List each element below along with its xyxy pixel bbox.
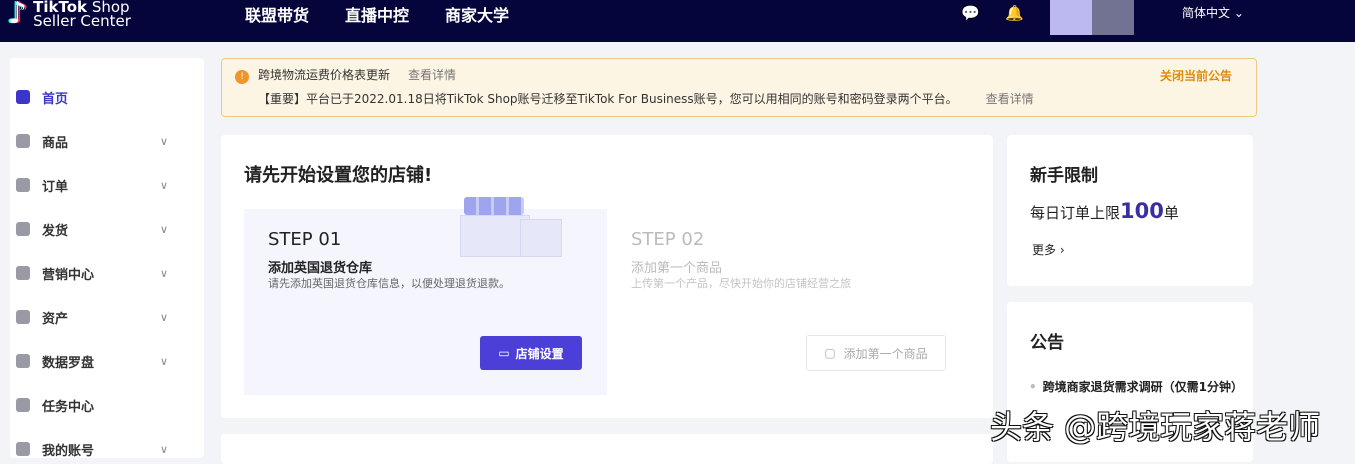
announcement-title: 公告: [1030, 333, 1064, 353]
bell-icon[interactable]: 🔔: [1005, 4, 1024, 22]
store-icon: ▭: [498, 346, 510, 360]
limit-suffix: 单: [1163, 204, 1179, 222]
next-card: [221, 434, 993, 464]
chevron-down-icon: ∨: [159, 310, 168, 324]
sidebar-item-home[interactable]: 首页: [16, 85, 186, 109]
view-details-link[interactable]: 查看详情: [986, 92, 1034, 106]
chevron-right-icon: ›: [1059, 243, 1065, 257]
avatar[interactable]: [1050, 0, 1092, 35]
step-label: STEP 02: [631, 229, 705, 250]
truck-icon: [16, 222, 30, 236]
sidebar-item-finance[interactable]: 资产 ∨: [16, 305, 186, 329]
step-title: 添加第一个商品: [631, 261, 723, 276]
limit-prefix: 每日订单上限: [1030, 204, 1121, 222]
newbie-limit-card: 新手限制 每日订单上限100单 更多 ›: [1007, 135, 1253, 286]
top-nav-bar: ♪ TikTok Shop Seller Center 联盟带货 直播中控 商家大…: [0, 0, 1355, 42]
close-notice-button[interactable]: 关闭当前公告: [1160, 67, 1232, 84]
chevron-down-icon: ∨: [159, 222, 168, 236]
sidebar-item-label: 首页: [42, 91, 69, 107]
bag-icon: [16, 134, 30, 148]
logo-subtitle: Seller Center: [33, 11, 131, 30]
button-label: 店铺设置: [515, 346, 564, 361]
sidebar-item-marketing[interactable]: 营销中心 ∨: [16, 261, 186, 285]
tiktok-shop-logo[interactable]: ♪ TikTok Shop Seller Center: [8, 0, 131, 31]
sidebar-item-products[interactable]: 商品 ∨: [16, 129, 186, 153]
sidebar-item-label: 营销中心: [42, 267, 95, 283]
view-details-link[interactable]: 查看详情: [408, 68, 456, 82]
nav-affiliate[interactable]: 联盟带货: [245, 2, 309, 26]
order-icon: [16, 178, 30, 192]
notice-line-2: 【重要】平台已于2022.01.18日将TikTok Shop账号迁移至TikT…: [258, 92, 958, 106]
sidebar-item-account[interactable]: 我的账号 ∨: [16, 437, 186, 461]
sidebar-item-label: 数据罗盘: [42, 355, 95, 371]
setup-title: 请先开始设置您的店铺!: [244, 165, 433, 186]
home-icon: [16, 90, 30, 104]
bullet-icon: •: [1029, 380, 1037, 394]
account-name[interactable]: [1092, 0, 1134, 35]
language-label: 简体中文: [1182, 6, 1231, 20]
chart-icon: [16, 354, 30, 368]
shop-illustration-icon: [460, 197, 562, 267]
sidebar-item-tasks[interactable]: 任务中心: [16, 393, 186, 417]
message-icon[interactable]: 💬: [961, 4, 980, 22]
chevron-down-icon: ∨: [159, 354, 168, 368]
step-title: 添加英国退货仓库: [268, 261, 373, 276]
sidebar-item-orders[interactable]: 订单 ∨: [16, 173, 186, 197]
sidebar-item-shipping[interactable]: 发货 ∨: [16, 217, 186, 241]
sidebar-item-label: 我的账号: [42, 443, 95, 459]
card-icon: [16, 310, 30, 324]
nav-university[interactable]: 商家大学: [445, 2, 509, 26]
sidebar-item-label: 订单: [42, 179, 69, 195]
limit-text: 每日订单上限100单: [1030, 199, 1179, 223]
megaphone-icon: [16, 266, 30, 280]
product-icon: ▢: [824, 346, 836, 360]
sidebar-item-label: 资产: [42, 311, 69, 327]
language-select[interactable]: 简体中文 ⌄: [1182, 4, 1244, 21]
sidebar-item-label: 发货: [42, 223, 69, 239]
watermark: 头条 @跨境玩家蒋老师: [990, 408, 1321, 446]
chevron-down-icon: ∨: [159, 178, 168, 192]
sidebar-item-data-compass[interactable]: 数据罗盘 ∨: [16, 349, 186, 373]
notice-line-1: 跨境物流运费价格表更新: [258, 68, 391, 82]
chevron-down-icon: ⌄: [1233, 6, 1244, 20]
announcement-banner: ! 跨境物流运费价格表更新 查看详情 【重要】平台已于2022.01.18日将Ti…: [221, 58, 1257, 117]
step-desc: 上传第一个产品，尽快开始你的店铺经营之旅: [631, 277, 851, 290]
warning-icon: !: [235, 70, 249, 84]
limit-value: 100: [1120, 199, 1164, 223]
more-label: 更多: [1032, 243, 1057, 257]
more-link[interactable]: 更多 ›: [1032, 241, 1065, 258]
add-first-product-button[interactable]: ▢ 添加第一个商品: [806, 335, 946, 371]
sidebar-item-label: 商品: [42, 135, 69, 151]
nav-live[interactable]: 直播中控: [345, 2, 409, 26]
chevron-down-icon: ∨: [159, 134, 168, 148]
limit-title: 新手限制: [1030, 166, 1098, 186]
step-desc: 请先添加英国退货仓库信息，以便处理退货退款。: [268, 277, 510, 290]
chevron-down-icon: ∨: [159, 266, 168, 280]
button-label: 添加第一个商品: [843, 346, 928, 361]
shop-settings-button[interactable]: ▭ 店铺设置: [480, 336, 582, 370]
announcement-item-text: 跨境商家退货需求调研（仅需1分钟）: [1042, 380, 1244, 394]
user-icon: [16, 442, 30, 456]
medal-icon: [16, 398, 30, 412]
step-label: STEP 01: [268, 229, 342, 250]
announcement-item[interactable]: • 跨境商家退货需求调研（仅需1分钟）: [1029, 378, 1244, 396]
chevron-down-icon: ∨: [159, 442, 168, 456]
tiktok-icon: ♪: [8, 0, 28, 31]
sidebar-item-label: 任务中心: [42, 399, 95, 415]
